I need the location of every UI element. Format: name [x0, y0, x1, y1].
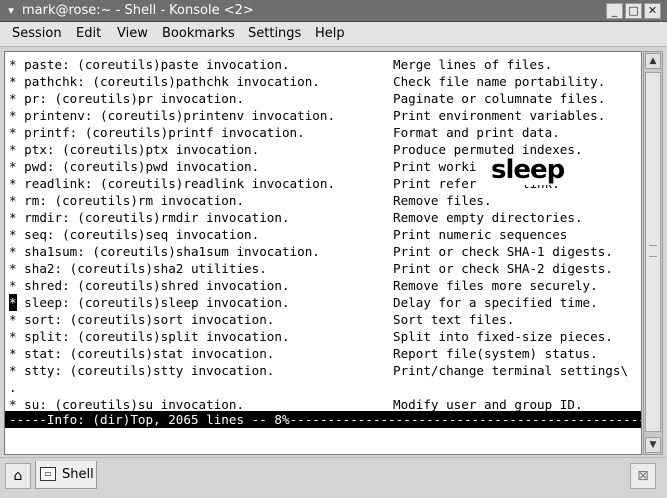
scroll-up-arrow-icon[interactable]: ▲ — [645, 53, 661, 69]
menu-settings[interactable]: Settings — [248, 26, 301, 41]
close-session-icon: ⊠ — [637, 468, 649, 484]
vertical-scrollbar[interactable]: ▲ ▼ — [643, 51, 663, 455]
overlay-caption: sleep — [488, 155, 568, 185]
grip-icon — [649, 245, 657, 257]
session-tabbar: ⌂ ▭ Shell ⊠ — [0, 457, 667, 498]
window-titlebar[interactable]: ▾ mark@rose:~ - Shell - Konsole <2> _ □ … — [0, 0, 667, 22]
terminal-icon: ▭ — [40, 467, 56, 481]
minimize-button[interactable]: _ — [606, 3, 623, 19]
window-title: mark@rose:~ - Shell - Konsole <2> — [22, 3, 254, 18]
menu-session[interactable]: Session — [12, 26, 62, 41]
tab-shell[interactable]: ▭ Shell — [35, 461, 97, 489]
maximize-button[interactable]: □ — [625, 3, 642, 19]
close-session-button[interactable]: ⊠ — [630, 463, 656, 489]
menu-help[interactable]: Help — [315, 26, 345, 41]
scroll-down-arrow-icon[interactable]: ▼ — [645, 437, 661, 453]
terminal-output[interactable]: * paste: (coreutils)paste invocation. Mer… — [4, 51, 642, 455]
tab-label: Shell — [62, 467, 94, 482]
menu-view[interactable]: View — [117, 26, 148, 41]
new-session-icon: ⌂ — [13, 468, 23, 484]
scrollbar-thumb[interactable] — [645, 72, 661, 432]
close-button[interactable]: ✕ — [644, 3, 661, 19]
text-cursor: * — [9, 294, 17, 311]
window-menu-icon[interactable]: ▾ — [2, 2, 20, 20]
menu-edit[interactable]: Edit — [76, 26, 101, 41]
menubar: Session Edit View Bookmarks Settings Hel… — [0, 22, 667, 47]
menu-bookmarks[interactable]: Bookmarks — [162, 26, 235, 41]
info-status-line: -----Info: (dir)Top, 2065 lines -- 8%---… — [5, 411, 641, 428]
new-session-button[interactable]: ⌂ — [5, 463, 31, 489]
